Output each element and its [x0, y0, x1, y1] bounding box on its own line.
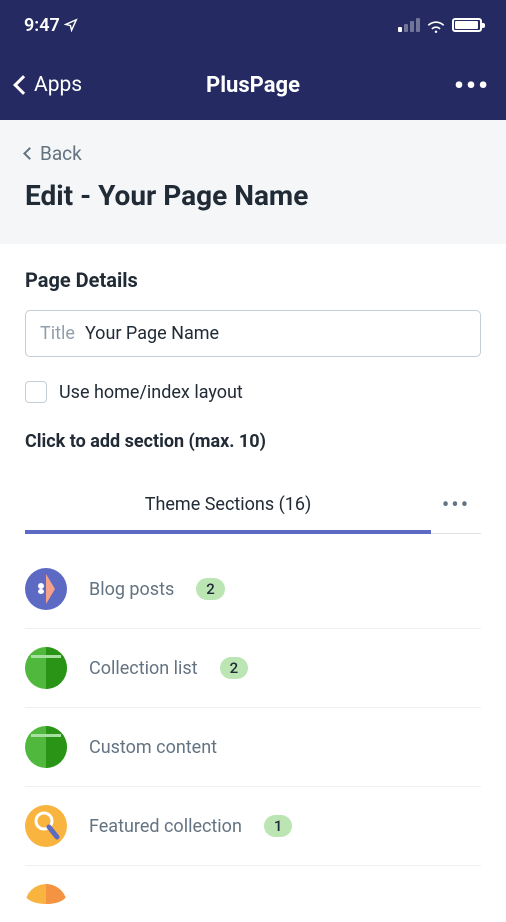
page-details-label: Page Details [25, 268, 481, 292]
partial-icon [25, 884, 67, 904]
section-name: Blog posts [89, 579, 174, 600]
featured-collection-icon [25, 805, 67, 847]
blog-posts-icon [25, 568, 67, 610]
layout-checkbox[interactable] [25, 381, 47, 403]
title-input[interactable] [85, 323, 466, 344]
section-item-collection-list[interactable]: Collection list 2 [25, 629, 481, 708]
collection-list-icon [25, 647, 67, 689]
content: Page Details Title Use home/index layout… [0, 244, 506, 922]
nav-more-button[interactable]: ••• [454, 69, 490, 102]
section-badge: 1 [264, 815, 293, 837]
section-name: Custom content [89, 737, 217, 758]
status-time: 9:47 [24, 15, 78, 36]
section-badge: 2 [220, 657, 249, 679]
status-bar: 9:47 [0, 0, 506, 50]
section-tabs: Theme Sections (16) ••• [25, 478, 481, 534]
time-text: 9:47 [24, 15, 60, 36]
title-input-wrapper[interactable]: Title [25, 310, 481, 357]
chevron-left-icon [13, 75, 33, 95]
section-name: Featured collection [89, 816, 242, 837]
nav-back-label: Apps [34, 73, 82, 97]
custom-content-icon [25, 726, 67, 768]
page-heading: Edit - Your Page Name [25, 179, 481, 212]
tabs-more-button[interactable]: ••• [431, 493, 481, 518]
tab-theme-sections-label: Theme Sections (16) [145, 494, 312, 515]
section-item-featured-collection[interactable]: Featured collection 1 [25, 787, 481, 866]
location-icon [64, 18, 78, 32]
title-field-label: Title [40, 323, 75, 344]
section-badge: 2 [196, 578, 225, 600]
add-section-heading: Click to add section (max. 10) [25, 431, 481, 452]
page-header: Back Edit - Your Page Name [0, 120, 506, 244]
layout-checkbox-row[interactable]: Use home/index layout [25, 381, 481, 403]
tab-theme-sections[interactable]: Theme Sections (16) [25, 478, 431, 533]
chevron-left-icon [23, 147, 36, 160]
status-icons [398, 18, 482, 33]
nav-back-button[interactable]: Apps [16, 73, 82, 97]
back-link-label: Back [40, 142, 82, 165]
section-item-partial[interactable] [25, 866, 481, 922]
back-link[interactable]: Back [25, 142, 481, 165]
section-name: Collection list [89, 658, 198, 679]
section-item-blog-posts[interactable]: Blog posts 2 [25, 550, 481, 629]
nav-bar: Apps PlusPage ••• [0, 50, 506, 120]
wifi-icon [426, 18, 446, 33]
layout-checkbox-label: Use home/index layout [59, 382, 243, 403]
battery-icon [452, 18, 482, 32]
section-list: Blog posts 2 Collection list 2 [25, 538, 481, 922]
section-item-custom-content[interactable]: Custom content [25, 708, 481, 787]
nav-title: PlusPage [206, 73, 300, 98]
cellular-signal-icon [398, 18, 420, 32]
